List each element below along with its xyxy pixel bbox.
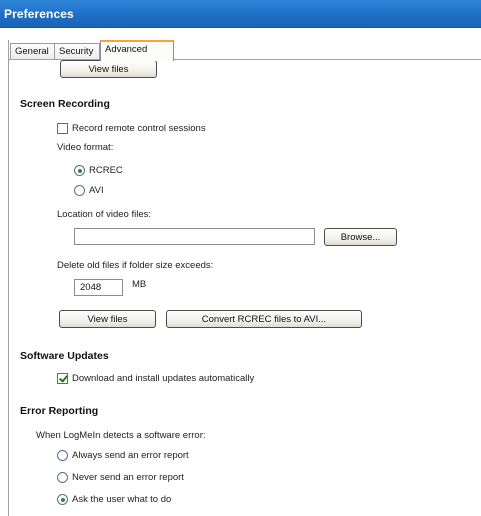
record-sessions-label: Record remote control sessions xyxy=(72,123,206,134)
convert-rcrec-button[interactable]: Convert RCREC files to AVI... xyxy=(166,310,362,328)
size-unit-label: MB xyxy=(132,279,147,290)
format-rcrec-radio[interactable] xyxy=(74,165,85,176)
preferences-dialog: General Security Advanced View files Scr… xyxy=(0,28,481,516)
title-bar: Preferences xyxy=(0,0,481,28)
always-send-label: Always send an error report xyxy=(72,450,189,461)
location-input[interactable] xyxy=(74,228,315,245)
error-intro-label: When LogMeIn detects a software error: xyxy=(36,430,206,441)
location-label: Location of video files: xyxy=(57,209,152,220)
auto-update-checkbox[interactable] xyxy=(57,373,68,384)
ask-user-label: Ask the user what to do xyxy=(72,494,172,505)
tab-advanced[interactable]: Advanced xyxy=(100,40,174,61)
auto-update-label: Download and install updates automatical… xyxy=(72,373,255,384)
error-reporting-title: Error Reporting xyxy=(20,405,99,417)
view-files-top-button[interactable]: View files xyxy=(60,60,157,78)
tab-security[interactable]: Security xyxy=(54,43,100,60)
never-send-label: Never send an error report xyxy=(72,472,184,483)
software-updates-title: Software Updates xyxy=(20,350,109,362)
video-format-label: Video format: xyxy=(57,142,114,153)
never-send-radio[interactable] xyxy=(57,472,68,483)
always-send-radio[interactable] xyxy=(57,450,68,461)
delete-old-files-label: Delete old files if folder size exceeds: xyxy=(57,260,214,271)
format-avi-radio[interactable] xyxy=(74,185,85,196)
format-avi-label: AVI xyxy=(89,185,104,196)
browse-button[interactable]: Browse... xyxy=(324,228,397,246)
screen-recording-title: Screen Recording xyxy=(20,98,110,110)
ask-user-radio[interactable] xyxy=(57,494,68,505)
format-rcrec-label: RCREC xyxy=(89,165,123,176)
record-sessions-checkbox[interactable] xyxy=(57,123,68,134)
tab-general[interactable]: General xyxy=(10,43,55,60)
window-title: Preferences xyxy=(4,7,74,21)
folder-size-input[interactable]: 2048 xyxy=(74,279,123,296)
view-files-button[interactable]: View files xyxy=(59,310,156,328)
